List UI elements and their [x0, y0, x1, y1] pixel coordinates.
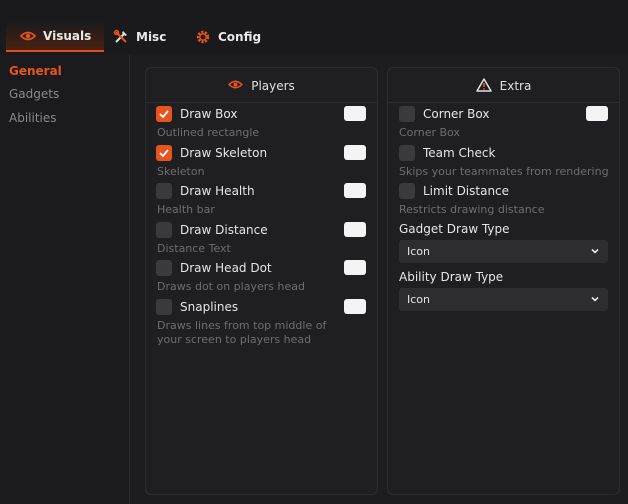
draw-head-dot-checkbox[interactable]: Draw Head Dot: [156, 259, 272, 277]
checkbox-box[interactable]: [156, 260, 172, 276]
warning-icon: [475, 77, 492, 95]
color-swatch[interactable]: [586, 106, 608, 121]
chevron-down-icon: [590, 294, 600, 307]
checkbox-label: Limit Distance: [423, 184, 510, 198]
color-swatch[interactable]: [344, 299, 366, 314]
draw-box-checkbox[interactable]: Draw Box: [156, 105, 237, 123]
snaplines-checkbox[interactable]: Snaplines: [156, 298, 238, 316]
panel-title: Extra: [499, 79, 532, 93]
checkbox-box[interactable]: [399, 145, 415, 161]
checkbox-label: Snaplines: [180, 300, 239, 314]
tab-label: Visuals: [43, 29, 92, 43]
ability-draw-type-select[interactable]: Icon: [399, 288, 608, 311]
item-description: Corner Box: [399, 126, 460, 139]
color-swatch[interactable]: [344, 222, 366, 237]
item-description: Outlined rectangle: [157, 126, 260, 139]
corner-box-checkbox[interactable]: Corner Box: [399, 105, 490, 123]
tab-label: Config: [218, 30, 262, 44]
checkbox-label: Draw Health: [180, 184, 255, 198]
color-swatch[interactable]: [344, 183, 366, 198]
checkbox-label: Team Check: [423, 146, 496, 160]
eye-icon: [228, 79, 244, 93]
sidebar-item-abilities[interactable]: Abilities: [9, 111, 57, 125]
checkbox-label: Draw Distance: [180, 223, 268, 237]
item-description: Distance Text: [157, 242, 231, 255]
extra-panel: Extra Corner Box Corner Box Team Check S…: [387, 67, 620, 495]
limit-distance-checkbox[interactable]: Limit Distance: [399, 182, 509, 200]
extra-panel-header: Extra: [388, 76, 619, 96]
panel-title: Players: [251, 79, 295, 93]
item-description: Skeleton: [157, 165, 205, 178]
color-swatch[interactable]: [344, 145, 366, 160]
select-value: Icon: [407, 293, 430, 306]
item-description: Health bar: [157, 203, 215, 216]
top-tab-bar: Visuals Misc Config: [0, 0, 628, 54]
check-icon: [159, 110, 169, 118]
chevron-down-icon: [590, 246, 600, 259]
tab-visuals[interactable]: Visuals: [6, 22, 104, 52]
players-panel: Players Draw Box Outlined rectangle Draw…: [145, 67, 378, 495]
checkbox-box[interactable]: [156, 183, 172, 199]
checkbox-label: Draw Skeleton: [180, 146, 268, 160]
ability-draw-type-label: Ability Draw Type: [399, 270, 504, 284]
checkbox-label: Draw Box: [180, 107, 238, 121]
tab-label: Misc: [136, 30, 167, 44]
checkbox-box[interactable]: [399, 106, 415, 122]
checkbox-label: Corner Box: [423, 107, 490, 121]
item-description: Draws dot on players head: [157, 280, 305, 293]
draw-skeleton-checkbox[interactable]: Draw Skeleton: [156, 144, 267, 162]
tab-config[interactable]: Config: [195, 22, 261, 52]
gadget-draw-type-label: Gadget Draw Type: [399, 222, 510, 236]
team-check-checkbox[interactable]: Team Check: [399, 144, 495, 162]
gear-icon: [195, 29, 211, 45]
item-description: Skips your teammates from rendering: [399, 165, 609, 178]
sidebar-item-general[interactable]: General: [9, 64, 62, 78]
eye-icon: [20, 30, 36, 42]
select-value: Icon: [407, 245, 430, 258]
checkbox-box[interactable]: [156, 145, 172, 161]
item-description: Draws lines from top middle of: [157, 319, 327, 332]
divider: [388, 102, 619, 103]
checkbox-box[interactable]: [156, 299, 172, 315]
draw-health-checkbox[interactable]: Draw Health: [156, 182, 255, 200]
sidebar-item-gadgets[interactable]: Gadgets: [9, 87, 59, 101]
checkbox-box[interactable]: [156, 222, 172, 238]
checkbox-label: Draw Head Dot: [180, 261, 272, 275]
tools-icon: [113, 29, 129, 45]
color-swatch[interactable]: [344, 260, 366, 275]
sidebar: General Gadgets Abilities: [0, 54, 130, 504]
tab-misc[interactable]: Misc: [113, 22, 166, 52]
draw-distance-checkbox[interactable]: Draw Distance: [156, 221, 268, 239]
checkbox-box[interactable]: [399, 183, 415, 199]
divider: [146, 102, 377, 103]
color-swatch[interactable]: [344, 106, 366, 121]
item-description: Restricts drawing distance: [399, 203, 545, 216]
gadget-draw-type-select[interactable]: Icon: [399, 240, 608, 263]
checkbox-box[interactable]: [156, 106, 172, 122]
item-description: your screen to players head: [157, 333, 312, 346]
check-icon: [159, 149, 169, 157]
players-panel-header: Players: [146, 76, 377, 96]
